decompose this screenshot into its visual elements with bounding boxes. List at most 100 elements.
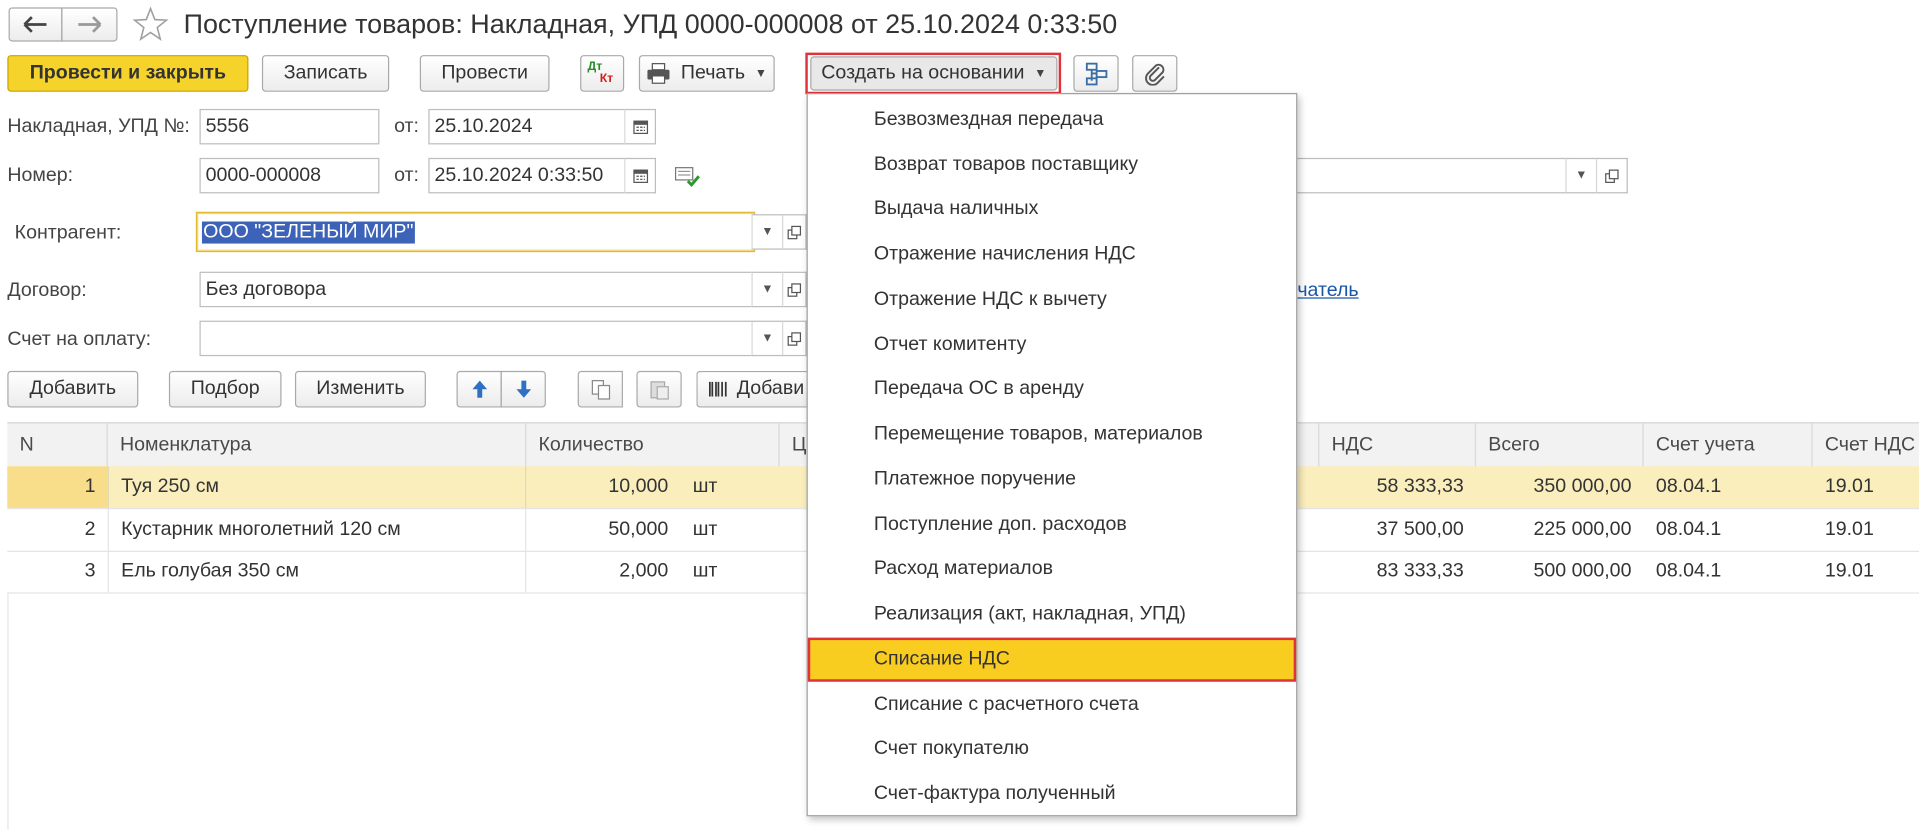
favorite-star-icon[interactable] — [132, 6, 169, 43]
col-quantity[interactable]: Количество — [526, 423, 780, 468]
row-nomenclature: Туя 250 см — [107, 466, 527, 508]
payment-invoice-open-button[interactable] — [782, 320, 807, 357]
change-button[interactable]: Изменить — [294, 370, 426, 408]
add-row-button[interactable]: Добавить — [7, 370, 139, 408]
invoice-number-label: Накладная, УПД №: — [7, 116, 190, 138]
calendar-icon — [632, 120, 648, 135]
create-based-on-button[interactable]: Создать на основании ▼ — [810, 56, 1058, 91]
move-down-button[interactable] — [500, 370, 546, 408]
menu-item[interactable]: Списание с расчетного счета — [808, 683, 1296, 727]
forward-button[interactable] — [61, 7, 118, 42]
row-account: 08.04.1 — [1655, 476, 1722, 497]
organization-field[interactable] — [1285, 157, 1570, 194]
paste-icon — [649, 381, 669, 400]
payment-invoice-label: Счет на оплату: — [7, 329, 152, 351]
row-quantity: 2,000 — [619, 560, 669, 582]
number-date-field[interactable]: 25.10.2024 0:33:50 — [428, 157, 627, 194]
row-unit: шт — [692, 518, 718, 540]
barcode-icon — [709, 381, 727, 397]
col-vat[interactable]: НДС — [1318, 423, 1477, 468]
number-field[interactable]: 0000-000008 — [199, 157, 380, 194]
menu-item[interactable]: Расход материалов — [808, 547, 1296, 591]
print-label: Печать — [680, 62, 746, 84]
add-by-barcode-label: Добави — [736, 378, 805, 399]
chevron-down-icon: ▼ — [1575, 168, 1588, 183]
kt-label: Кт — [599, 72, 614, 86]
counterparty-label: Контрагент: — [14, 222, 122, 244]
contract-field[interactable]: Без договора — [199, 271, 756, 308]
col-n[interactable]: N — [7, 423, 108, 468]
row-vat: 83 333,33 — [1376, 560, 1464, 582]
back-button[interactable] — [8, 7, 63, 42]
menu-item[interactable]: Отражение начисления НДС — [808, 233, 1296, 277]
menu-item[interactable]: Счет-фактура полученный — [808, 772, 1296, 816]
row-vat-account: 19.01 — [1824, 518, 1874, 540]
col-nomenclature[interactable]: Номенклатура — [108, 423, 527, 468]
menu-item[interactable]: Платежное поручение — [808, 458, 1296, 502]
counterparty-open-button[interactable] — [782, 214, 807, 250]
copy-icon — [591, 380, 610, 400]
row-nomenclature: Ель голубая 350 см — [107, 550, 527, 593]
menu-item-vat-writeoff[interactable]: Списание НДС — [807, 637, 1297, 682]
invoice-date-calendar-button[interactable] — [624, 108, 657, 145]
counterparty-value: ООО "ЗЕЛЕНЫЙ МИР" — [201, 220, 415, 243]
row-number: 1 — [7, 466, 108, 508]
menu-item[interactable]: Поступление доп. расходов — [808, 503, 1296, 547]
open-window-icon — [787, 282, 802, 297]
payment-invoice-dropdown-button[interactable]: ▼ — [751, 320, 784, 357]
organization-open-button[interactable] — [1595, 157, 1628, 194]
post-button[interactable]: Провести — [419, 55, 550, 92]
consignee-link[interactable]: чатель — [1297, 280, 1358, 302]
post-and-close-button[interactable]: Провести и закрыть — [7, 55, 249, 92]
menu-item[interactable]: Отчет комитенту — [808, 323, 1296, 367]
row-account: 08.04.1 — [1655, 518, 1722, 540]
document-check-icon[interactable] — [674, 164, 701, 188]
col-account[interactable]: Счет учета — [1644, 423, 1813, 468]
paste-button[interactable] — [636, 370, 682, 408]
menu-item[interactable]: Выдача наличных — [808, 187, 1296, 231]
menu-item[interactable]: Перемещение товаров, материалов — [808, 412, 1296, 456]
counterparty-field[interactable]: ООО "ЗЕЛЕНЫЙ МИР" — [195, 211, 756, 253]
open-window-icon — [787, 225, 802, 239]
invoice-number-field[interactable]: 5556 — [199, 108, 380, 145]
row-vat: 37 500,00 — [1376, 518, 1464, 540]
menu-item[interactable]: Отражение НДС к вычету — [808, 278, 1296, 322]
add-by-barcode-button[interactable]: Добави — [696, 370, 807, 408]
arrow-up-icon — [471, 380, 487, 398]
contract-open-button[interactable] — [782, 271, 807, 308]
move-up-button[interactable] — [456, 370, 502, 408]
table-body-left-border — [7, 592, 9, 830]
pick-button[interactable]: Подбор — [168, 370, 282, 408]
create-based-on-menu: Безвозмездная передача Возврат товаров п… — [806, 93, 1298, 817]
col-total[interactable]: Всего — [1476, 423, 1644, 468]
invoice-date-field[interactable]: 25.10.2024 — [428, 108, 627, 145]
menu-item[interactable]: Возврат товаров поставщику — [808, 143, 1296, 187]
structure-button[interactable] — [1073, 55, 1119, 92]
print-button[interactable]: Печать ▼ — [638, 55, 775, 92]
menu-item[interactable]: Передача ОС в аренду — [808, 367, 1296, 411]
number-date-calendar-button[interactable] — [624, 157, 657, 194]
row-number: 3 — [84, 560, 96, 582]
hierarchy-icon — [1085, 62, 1107, 86]
row-vat: 58 333,33 — [1376, 476, 1464, 497]
printer-icon — [647, 63, 670, 84]
attach-button[interactable] — [1132, 55, 1178, 92]
invoice-date-label: от: — [394, 116, 419, 138]
menu-item[interactable]: Реализация (акт, накладная, УПД) — [808, 592, 1296, 636]
col-vat-account[interactable]: Счет НДС — [1813, 423, 1919, 467]
payment-invoice-field[interactable] — [199, 320, 756, 357]
dt-kt-button[interactable]: Дт Кт — [580, 55, 625, 92]
menu-item[interactable]: Безвозмездная передача — [808, 98, 1296, 142]
menu-item[interactable]: Счет покупателю — [808, 727, 1296, 771]
chevron-down-icon: ▼ — [761, 282, 774, 297]
row-total: 225 000,00 — [1533, 518, 1632, 540]
contract-dropdown-button[interactable]: ▼ — [751, 271, 784, 308]
counterparty-dropdown-button[interactable]: ▼ — [751, 214, 784, 250]
create-based-label: Создать на основании — [821, 62, 1025, 84]
save-button[interactable]: Записать — [261, 55, 390, 92]
copy-button[interactable] — [577, 370, 623, 408]
dt-kt-icon: Дт Кт — [586, 60, 618, 87]
organization-dropdown-button[interactable]: ▼ — [1565, 157, 1598, 194]
row-total: 500 000,00 — [1533, 560, 1632, 582]
number-date-label: от: — [394, 165, 419, 187]
